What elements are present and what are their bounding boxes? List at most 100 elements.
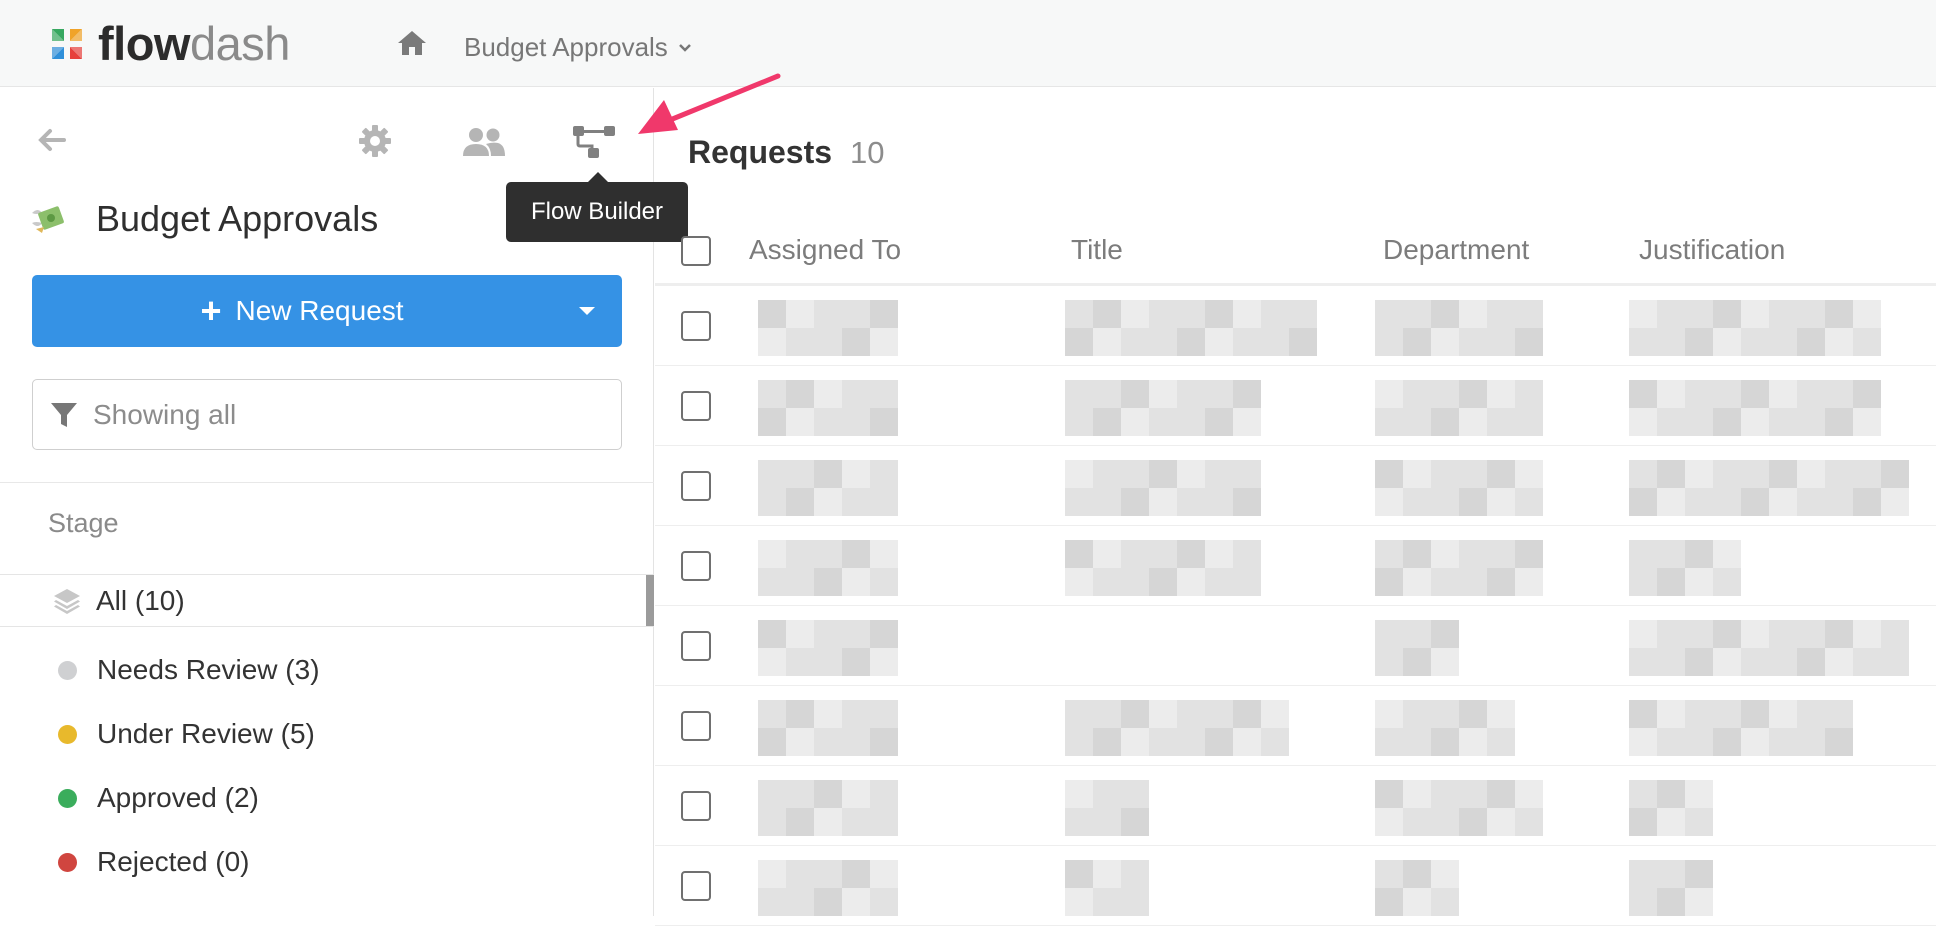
row-checkbox[interactable] [681,711,711,741]
stage-list: All (10) Needs Review (3) Under Review (… [0,574,654,894]
redaction-block [1149,568,1177,596]
table-row[interactable] [655,766,1936,846]
redaction-block [1657,408,1685,436]
redaction-block [1853,328,1881,356]
users-icon[interactable] [462,126,506,158]
redaction-block [1685,728,1713,756]
redaction-block [1741,408,1769,436]
app-switcher-label: Budget Approvals [464,32,668,62]
column-assigned-to[interactable]: Assigned To [749,234,901,266]
redaction-block [1121,380,1149,408]
stage-item-rejected[interactable]: Rejected (0) [0,830,654,894]
column-justification[interactable]: Justification [1639,234,1785,266]
column-title[interactable]: Title [1071,234,1123,266]
redaction-block [1769,620,1797,648]
table-row[interactable] [655,526,1936,606]
redaction-block [814,300,842,328]
layers-icon [54,588,80,614]
row-checkbox[interactable] [681,791,711,821]
stage-item-under-review[interactable]: Under Review (5) [0,702,654,766]
select-all-checkbox[interactable] [681,236,711,266]
app-switcher[interactable]: Budget Approvals [464,32,692,63]
redaction-block [1629,300,1657,328]
row-checkbox[interactable] [681,311,711,341]
redaction-block [1375,460,1403,488]
redaction-block [1459,300,1487,328]
table-row[interactable] [655,846,1936,926]
status-dot [58,724,77,744]
redaction-block [842,860,870,888]
redaction-block [1713,568,1741,596]
redaction-block [1403,728,1431,756]
redaction-block [814,408,842,436]
redaction-block [1685,620,1713,648]
redaction-block [1487,300,1515,328]
redaction-block [1487,808,1515,836]
redaction-block [1769,300,1797,328]
app-title: Budget Approvals [30,198,378,240]
row-checkbox[interactable] [681,471,711,501]
row-checkbox[interactable] [681,551,711,581]
redaction-block [1657,620,1685,648]
filter-input[interactable] [93,398,593,431]
table-row[interactable] [655,286,1936,366]
redaction-block [1205,408,1233,436]
row-checkbox[interactable] [681,391,711,421]
redaction-block [1177,380,1205,408]
redaction-block [1797,648,1825,676]
top-bar: flowdash Budget Approvals [0,0,1936,87]
redaction-block [1797,408,1825,436]
home-icon[interactable] [396,29,428,57]
new-request-dropdown[interactable] [552,305,622,317]
redaction-block [1431,888,1459,916]
table-row[interactable] [655,686,1936,766]
redaction-block [1629,328,1657,356]
redaction-block [870,328,898,356]
redaction-block [1121,888,1149,916]
redaction-block [1713,328,1741,356]
table-row[interactable] [655,606,1936,686]
redaction-block [1685,860,1713,888]
redaction-block [786,888,814,916]
redaction-block [786,620,814,648]
redaction-block [1713,380,1741,408]
table-row[interactable] [655,366,1936,446]
redaction-block [1459,780,1487,808]
row-checkbox[interactable] [681,631,711,661]
flowdash-logo[interactable]: flowdash [48,20,290,67]
stage-item-needs-review[interactable]: Needs Review (3) [0,638,654,702]
redaction-block [1657,568,1685,596]
redaction-block [1177,728,1205,756]
table-row[interactable] [655,446,1936,526]
redaction-block [1233,300,1261,328]
gear-icon[interactable] [358,124,392,158]
redaction-block [1797,380,1825,408]
flowdash-logo-icon [52,28,82,59]
redaction-block [1825,700,1853,728]
redaction-block [1881,648,1909,676]
redaction-block [1289,328,1317,356]
redaction-block [1093,540,1121,568]
redaction-block [758,700,786,728]
redaction-block [1093,300,1121,328]
redaction-block [1657,888,1685,916]
filter-field[interactable] [32,379,622,450]
redaction-block [814,540,842,568]
redaction-block [786,488,814,516]
redaction-block [1769,648,1797,676]
redaction-block [1629,728,1657,756]
new-request-button[interactable]: + New Request [32,275,622,347]
stage-item-all[interactable]: All (10) [0,574,654,627]
stage-item-approved[interactable]: Approved (2) [0,766,654,830]
new-request-main[interactable]: + New Request [32,293,552,329]
redaction-block [1149,300,1177,328]
flow-builder-icon[interactable] [572,124,616,160]
redaction-block [1685,780,1713,808]
redaction-block [1375,700,1403,728]
column-department[interactable]: Department [1383,234,1529,266]
redaction-block [1657,460,1685,488]
row-checkbox[interactable] [681,871,711,901]
redaction-block [1769,700,1797,728]
filter-icon [51,402,77,427]
back-arrow-icon[interactable] [36,124,68,156]
